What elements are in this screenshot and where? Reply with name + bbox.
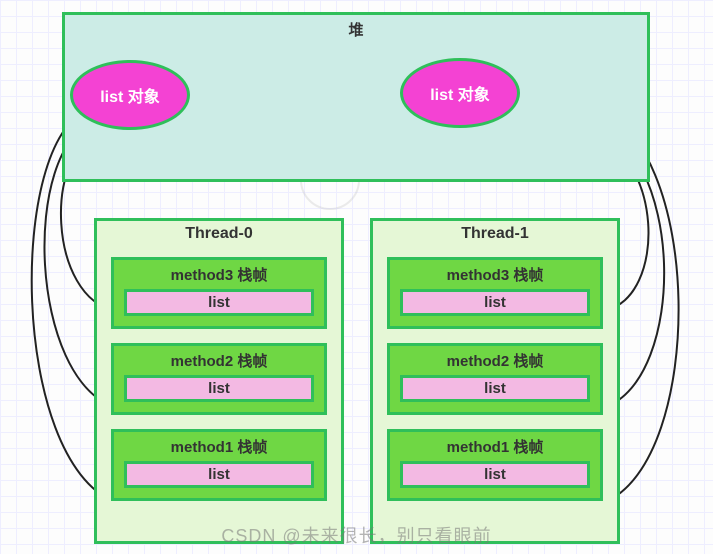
thread-0-title: Thread-0 — [97, 221, 341, 249]
thread-0-frame-0: method3 栈帧 list — [111, 257, 327, 329]
frame-method-label: method3 栈帧 — [400, 264, 590, 289]
thread-1-frame-1: method2 栈帧 list — [387, 343, 603, 415]
frame-var: list — [400, 461, 590, 488]
thread-1-frame-0: method3 栈帧 list — [387, 257, 603, 329]
frame-var: list — [124, 461, 314, 488]
frame-var: list — [400, 375, 590, 402]
frame-method-label: method2 栈帧 — [124, 350, 314, 375]
thread-0-box: Thread-0 method3 栈帧 list method2 栈帧 list… — [94, 218, 344, 544]
frame-var: list — [400, 289, 590, 316]
thread-0-frame-1: method2 栈帧 list — [111, 343, 327, 415]
heap-object-left: list 对象 — [70, 60, 190, 130]
frame-method-label: method2 栈帧 — [400, 350, 590, 375]
heap-object-right: list 对象 — [400, 58, 520, 128]
frame-var: list — [124, 289, 314, 316]
heap-title: 堆 — [65, 19, 647, 40]
frame-method-label: method1 栈帧 — [400, 436, 590, 461]
frame-method-label: method3 栈帧 — [124, 264, 314, 289]
thread-0-frame-2: method1 栈帧 list — [111, 429, 327, 501]
thread-1-box: Thread-1 method3 栈帧 list method2 栈帧 list… — [370, 218, 620, 544]
frame-var: list — [124, 375, 314, 402]
thread-1-frame-2: method1 栈帧 list — [387, 429, 603, 501]
frame-method-label: method1 栈帧 — [124, 436, 314, 461]
thread-1-title: Thread-1 — [373, 221, 617, 249]
